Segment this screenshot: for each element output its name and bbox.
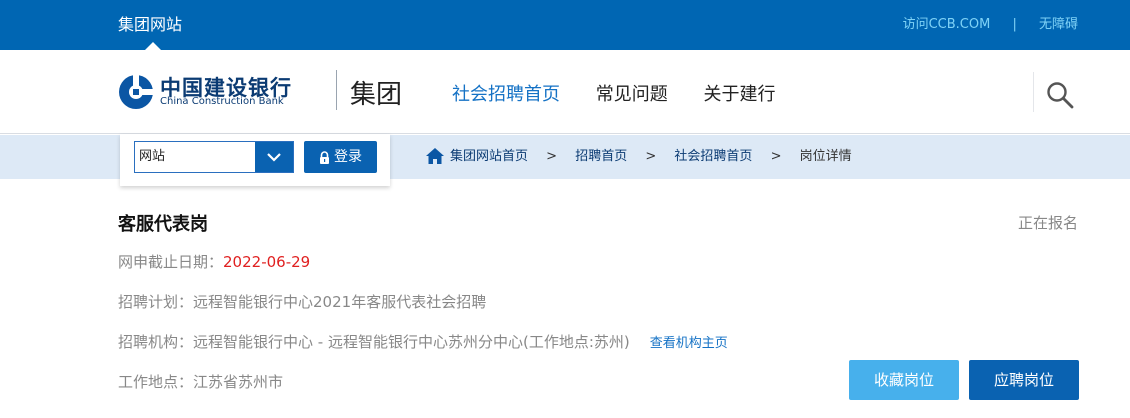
visit-ccb-link[interactable]: 访问CCB.COM bbox=[903, 0, 991, 50]
breadcrumb-arrow: > bbox=[645, 149, 657, 164]
nav-about[interactable]: 关于建行 bbox=[703, 80, 775, 106]
breadcrumb-recruitment[interactable]: 招聘首页 bbox=[575, 135, 627, 179]
breadcrumb-current: 岗位详情 bbox=[799, 149, 852, 164]
org-value: 远程智能银行中心 - 远程智能银行中心苏州分中心(工作地点:苏州) bbox=[193, 333, 630, 351]
org-label: 招聘机构： bbox=[118, 333, 194, 351]
location-row: 工作地点：江苏省苏州市 bbox=[118, 371, 283, 392]
deadline-value: 2022-06-29 bbox=[223, 253, 311, 271]
plan-label: 招聘计划： bbox=[118, 293, 194, 311]
home-icon[interactable] bbox=[426, 147, 444, 164]
main-nav: 社会招聘首页 常见问题 关于建行 bbox=[452, 80, 805, 106]
site-header: 中国建设银行 China Construction Bank 集团 社会招聘首页… bbox=[0, 50, 1130, 134]
site-select-value: 网站 bbox=[139, 149, 166, 164]
breadcrumb-arrow: > bbox=[770, 149, 782, 164]
logo-divider bbox=[336, 70, 337, 110]
nav-faq[interactable]: 常见问题 bbox=[596, 80, 668, 106]
site-selector-panel: 网站 登录 bbox=[120, 134, 390, 186]
location-label: 工作地点： bbox=[118, 373, 194, 391]
favorite-job-button[interactable]: 收藏岗位 bbox=[849, 360, 959, 400]
org-homepage-link[interactable]: 查看机构主页 bbox=[650, 336, 728, 351]
accessibility-link[interactable]: 无障碍 bbox=[1039, 0, 1078, 50]
breadcrumb: 集团网站首页 > 招聘首页 > 社会招聘首页 > 岗位详情 bbox=[426, 135, 852, 179]
breadcrumb-home[interactable]: 集团网站首页 bbox=[450, 135, 528, 179]
org-row: 招聘机构：远程智能银行中心 - 远程智能银行中心苏州分中心(工作地点:苏州) 查看… bbox=[118, 331, 728, 352]
status-badge: 正在报名 bbox=[1017, 214, 1078, 232]
apply-job-button[interactable]: 应聘岗位 bbox=[969, 360, 1079, 400]
search-icon[interactable] bbox=[1045, 80, 1075, 110]
lock-icon bbox=[320, 150, 329, 164]
top-right-links: 访问CCB.COM | 无障碍 bbox=[903, 0, 1078, 50]
deadline-row: 网申截止日期：2022-06-29 bbox=[118, 251, 310, 272]
deadline-label: 网申截止日期： bbox=[118, 253, 224, 271]
site-select[interactable]: 网站 bbox=[134, 141, 294, 173]
location-value: 江苏省苏州市 bbox=[193, 373, 284, 391]
plan-value: 远程智能银行中心2021年客服代表社会招聘 bbox=[193, 293, 487, 311]
plan-row: 招聘计划：远程智能银行中心2021年客服代表社会招聘 bbox=[118, 291, 486, 312]
nav-social-recruitment[interactable]: 社会招聘首页 bbox=[452, 80, 560, 106]
job-title: 客服代表岗 bbox=[118, 214, 208, 235]
login-button[interactable]: 登录 bbox=[304, 141, 377, 173]
chevron-down-icon bbox=[267, 153, 281, 162]
active-caret bbox=[145, 42, 161, 50]
breadcrumb-social-recruitment[interactable]: 社会招聘首页 bbox=[674, 135, 752, 179]
site-select-toggle[interactable] bbox=[255, 142, 293, 172]
top-separator: | bbox=[1012, 17, 1017, 32]
logo-english-name: China Construction Bank bbox=[160, 96, 284, 107]
search-divider bbox=[1033, 72, 1034, 112]
login-label: 登录 bbox=[334, 149, 362, 165]
top-bar: 集团网站 访问CCB.COM | 无障碍 bbox=[0, 0, 1130, 50]
logo-group-text: 集团 bbox=[350, 80, 403, 110]
breadcrumb-arrow: > bbox=[546, 149, 558, 164]
ccb-logo-icon[interactable] bbox=[118, 74, 154, 110]
